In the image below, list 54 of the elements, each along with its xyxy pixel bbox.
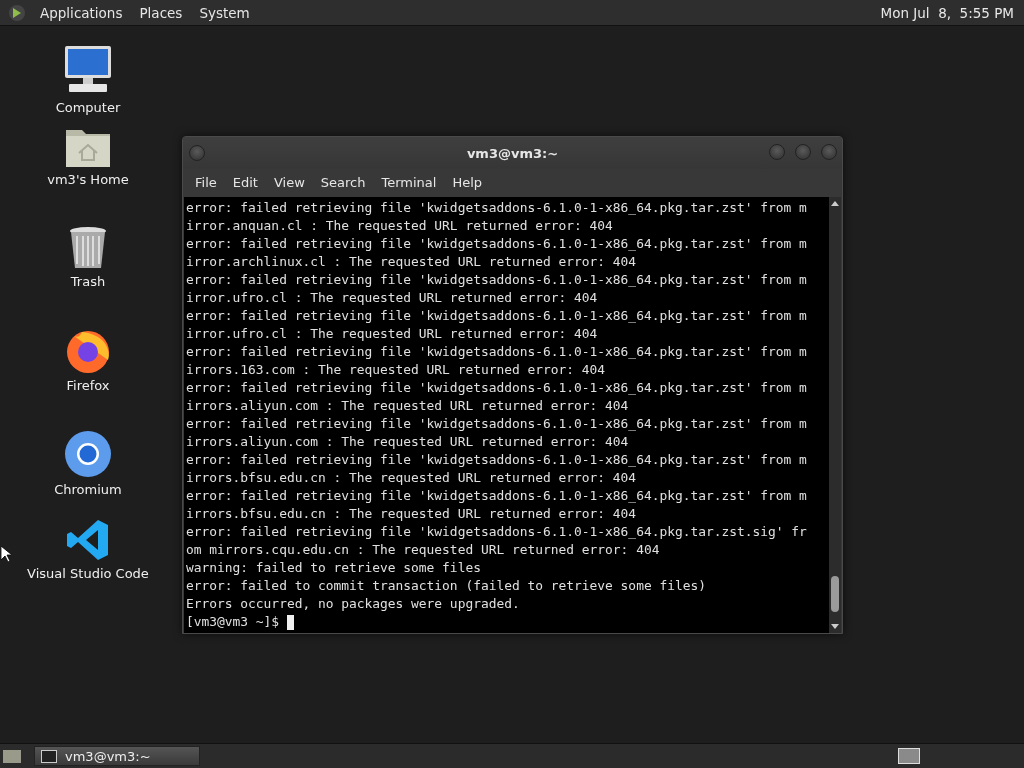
terminal-line: error: failed retrieving file 'kwidgetsaddons-6.1.0-1-x86_64.pkg.tar.zst' from m: [186, 271, 808, 289]
menu-item[interactable]: Terminal: [373, 174, 445, 190]
desktop-icon-label[interactable]: Trash: [70, 274, 106, 289]
terminal-line: warning: failed to retrieve some files: [186, 559, 482, 577]
desktop-icon-label[interactable]: Computer: [55, 100, 121, 115]
terminal-line: Errors occurred, no packages were upgraded.: [186, 595, 521, 613]
menu-item[interactable]: File: [187, 174, 225, 190]
terminal-line: irrors.aliyun.com : The requested URL returned error: 404: [186, 397, 630, 415]
panel-menu[interactable]: Places: [131, 4, 192, 21]
window-title: vm3@vm3:~: [466, 145, 559, 161]
terminal-line: error: failed retrieving file 'kwidgetsaddons-6.1.0-1-x86_64.pkg.tar.zst' from m: [186, 379, 808, 397]
menu-item[interactable]: Help: [444, 174, 491, 190]
mouse-pointer-icon: [1, 546, 11, 562]
terminal-line: irror.ufro.cl : The requested URL returned error: 404: [186, 289, 599, 307]
scroll-up-icon[interactable]: [831, 200, 839, 206]
scroll-down-icon[interactable]: [831, 624, 839, 630]
panel-menu[interactable]: Applications: [32, 4, 132, 21]
terminal-line: om mirrors.cqu.edu.cn : The requested URL returned error: 404: [186, 541, 661, 559]
terminal-line: irror.ufro.cl : The requested URL returned error: 404: [186, 325, 599, 343]
terminal-line: error: failed retrieving file 'kwidgetsaddons-6.1.0-1-x86_64.pkg.tar.zst' from m: [186, 199, 808, 217]
trash-icon[interactable]: [69, 226, 107, 270]
desktop-icon-label[interactable]: Visual Studio Code: [27, 566, 149, 581]
desktop-icon-label[interactable]: vm3's Home: [47, 172, 129, 187]
desktop-icon-label[interactable]: Chromium: [54, 482, 122, 497]
terminal-line: error: failed retrieving file 'kwidgetsaddons-6.1.0-1-x86_64.pkg.tar.zst' from m: [186, 415, 808, 433]
scrollbar-thumb[interactable]: [831, 576, 839, 612]
menu-item[interactable]: Search: [312, 174, 374, 190]
terminal-line: irrors.aliyun.com : The requested URL returned error: 404: [186, 433, 630, 451]
terminal-line: error: failed retrieving file 'kwidgetsaddons-6.1.0-1-x86_64.pkg.tar.zst' from m: [186, 307, 808, 325]
terminal-line: irrors.bfsu.edu.cn : The requested URL returned error: 404: [186, 469, 638, 487]
show-desktop-icon[interactable]: [2, 748, 22, 764]
terminal-line: irror.archlinux.cl : The requested URL returned error: 404: [186, 253, 638, 271]
taskbar-button[interactable]: vm3@vm3:~: [34, 746, 200, 766]
desktop-icon-label[interactable]: Firefox: [66, 378, 110, 393]
terminal-line: error: failed retrieving file 'kwidgetsaddons-6.1.0-1-x86_64.pkg.tar.zst' from m: [186, 451, 808, 469]
scrollbar[interactable]: [829, 197, 841, 633]
distro-logo-icon[interactable]: [8, 3, 26, 22]
vscode-icon[interactable]: [66, 518, 110, 562]
terminal-line: irror.anquan.cl : The requested URL returned error: 404: [186, 217, 614, 235]
menu-item[interactable]: Edit: [224, 174, 266, 190]
clock[interactable]: Mon Jul 8, 5:55 PM: [880, 4, 1016, 21]
terminal-line: error: failed retrieving file 'kwidgetsaddons-6.1.0-1-x86_64.pkg.tar.zst.sig' fr: [186, 523, 808, 541]
terminal-line: irrors.bfsu.edu.cn : The requested URL returned error: 404: [186, 505, 638, 523]
terminal-icon: [41, 749, 57, 763]
shell-prompt: [vm3@vm3 ~]$: [186, 613, 280, 631]
terminal-line: error: failed to commit transaction (failed to retrieve some files): [186, 577, 707, 595]
terminal-line: error: failed retrieving file 'kwidgetsaddons-6.1.0-1-x86_64.pkg.tar.zst' from m: [186, 487, 808, 505]
terminal-line: error: failed retrieving file 'kwidgetsaddons-6.1.0-1-x86_64.pkg.tar.zst' from m: [186, 235, 808, 253]
panel-menu[interactable]: System: [191, 4, 259, 21]
workspace-switcher[interactable]: [898, 748, 920, 764]
chromium-icon[interactable]: [64, 430, 112, 478]
menu-item[interactable]: View: [265, 174, 313, 190]
terminal-line: error: failed retrieving file 'kwidgetsaddons-6.1.0-1-x86_64.pkg.tar.zst' from m: [186, 343, 808, 361]
terminal-line: irrors.163.com : The requested URL returned error: 404: [186, 361, 607, 379]
